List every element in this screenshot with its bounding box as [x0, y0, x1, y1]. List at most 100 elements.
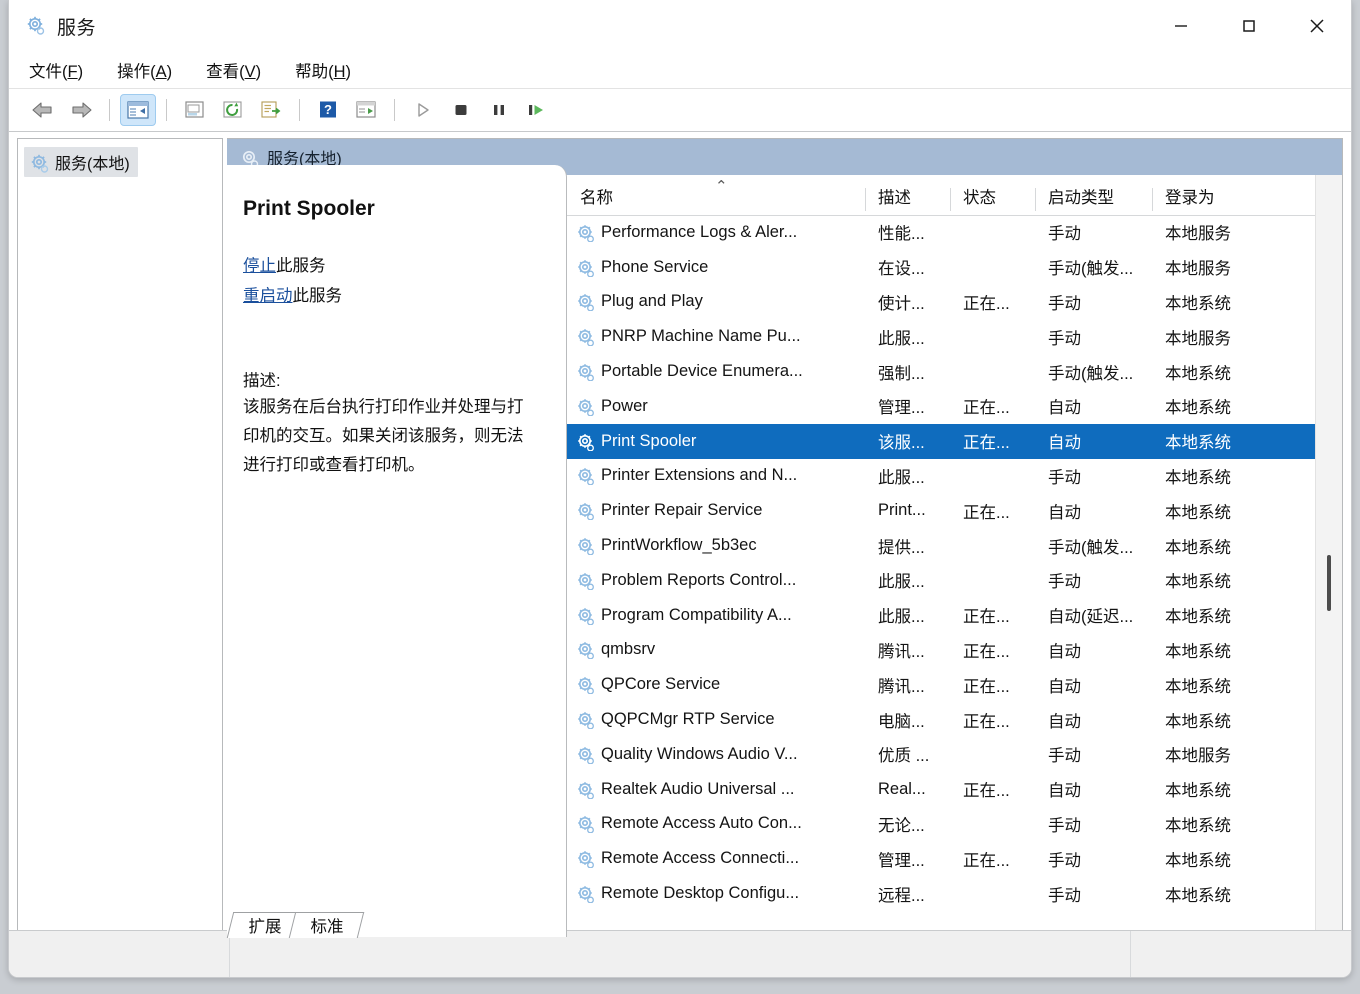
table-row[interactable]: Printer Repair ServicePrint...正在...自动本地系… — [567, 493, 1342, 528]
content-split: Print Spooler 停止此服务 重启动此服务 描述: 该服务在后台执行打… — [227, 175, 1342, 937]
table-row[interactable]: PrintWorkflow_5b3ec提供...手动(触发...本地系统 — [567, 528, 1342, 563]
cell-status: 正在... — [950, 777, 1035, 801]
maximize-button[interactable] — [1215, 0, 1283, 52]
cell-startup-type: 手动 — [1035, 847, 1152, 871]
cell-logon-as: 本地系统 — [1152, 534, 1272, 558]
caption-button-group — [1147, 0, 1351, 52]
table-row[interactable]: Remote Access Connecti...管理...正在...手动本地系… — [567, 841, 1342, 876]
cell-service-name: Printer Repair Service — [567, 501, 865, 520]
service-name-text: Problem Reports Control... — [601, 571, 796, 590]
service-gear-icon — [575, 432, 594, 451]
window-title: 服务 — [57, 13, 96, 40]
start-service-button[interactable] — [405, 94, 441, 126]
service-name-text: Performance Logs & Aler... — [601, 223, 797, 242]
refresh-button[interactable] — [215, 94, 251, 126]
menu-item-file[interactable]: 文件(F) — [29, 58, 83, 82]
table-row[interactable]: Print Spooler该服...正在...自动本地系统 — [567, 424, 1342, 459]
tab-standard[interactable]: 标准 — [289, 912, 364, 938]
cell-logon-as: 本地系统 — [1152, 638, 1272, 662]
cell-logon-as: 本地服务 — [1152, 255, 1272, 279]
restart-service-link[interactable]: 重启动 — [243, 287, 293, 305]
column-header-startup-type[interactable]: 启动类型 — [1035, 184, 1152, 215]
list-vertical-scrollbar[interactable] — [1315, 175, 1342, 937]
menu-item-file-tail: ) — [78, 63, 84, 81]
export-list-button[interactable] — [253, 94, 289, 126]
cell-startup-type: 手动 — [1035, 325, 1152, 349]
cell-logon-as: 本地服务 — [1152, 325, 1272, 349]
cell-description: 此服... — [865, 603, 950, 627]
scrollbar-thumb[interactable] — [1327, 555, 1331, 611]
tree-item-services-local[interactable]: 服务(本地) — [24, 147, 138, 177]
table-row[interactable]: Power管理...正在...自动本地系统 — [567, 389, 1342, 424]
tab-extended-label: 扩展 — [249, 917, 282, 937]
cell-description: 该服... — [865, 429, 950, 453]
menu-item-help[interactable]: 帮助(H) — [295, 58, 351, 82]
menu-item-action[interactable]: 操作(A) — [117, 58, 172, 82]
services-window: 服务 文件(F) 操作(A) 查看(V) 帮助(H) — [8, 0, 1352, 978]
forward-button[interactable] — [63, 94, 99, 126]
stop-service-button[interactable] — [443, 94, 479, 126]
menu-item-action-tail: ) — [167, 63, 173, 81]
cell-service-name: Plug and Play — [567, 292, 865, 311]
cell-description: 性能... — [865, 220, 950, 244]
table-row[interactable]: Realtek Audio Universal ...Real...正在...自… — [567, 772, 1342, 807]
table-row[interactable]: Phone Service在设...手动(触发...本地服务 — [567, 250, 1342, 285]
svg-text:?: ? — [324, 102, 332, 117]
minimize-button[interactable] — [1147, 0, 1215, 52]
menu-item-view-label: 查看( — [206, 63, 245, 81]
menu-item-view[interactable]: 查看(V) — [206, 58, 261, 82]
pause-service-button[interactable] — [481, 94, 517, 126]
column-header-status[interactable]: 状态 — [950, 184, 1035, 215]
cell-service-name: Remote Access Auto Con... — [567, 814, 865, 833]
restart-service-button[interactable] — [519, 94, 555, 126]
cell-description: 腾讯... — [865, 638, 950, 662]
table-row[interactable]: Remote Access Auto Con...无论...手动本地系统 — [567, 807, 1342, 842]
help-button[interactable]: ? — [310, 94, 346, 126]
cell-status: 正在... — [950, 708, 1035, 732]
table-row[interactable]: QQPCMgr RTP Service电脑...正在...自动本地系统 — [567, 702, 1342, 737]
cell-logon-as: 本地系统 — [1152, 673, 1272, 697]
show-hide-tree-button[interactable] — [120, 94, 156, 126]
cell-status: 正在... — [950, 499, 1035, 523]
service-name-text: Remote Desktop Configu... — [601, 884, 799, 903]
cell-service-name: Quality Windows Audio V... — [567, 745, 865, 764]
cell-description: 管理... — [865, 847, 950, 871]
cell-status: 正在... — [950, 394, 1035, 418]
service-name-heading: Print Spooler — [243, 197, 548, 221]
cell-description: 无论... — [865, 812, 950, 836]
back-button[interactable] — [25, 94, 61, 126]
service-gear-icon — [575, 849, 594, 868]
table-row[interactable]: Problem Reports Control...此服...手动本地系统 — [567, 563, 1342, 598]
table-row[interactable]: Quality Windows Audio V...优质 ...手动本地服务 — [567, 737, 1342, 772]
table-row[interactable]: Printer Extensions and N...此服...手动本地系统 — [567, 459, 1342, 494]
cell-startup-type: 自动 — [1035, 429, 1152, 453]
table-row[interactable]: PNRP Machine Name Pu...此服...手动本地服务 — [567, 319, 1342, 354]
cell-startup-type: 自动 — [1035, 777, 1152, 801]
cell-description: 使计... — [865, 290, 950, 314]
column-header-description[interactable]: 描述 — [865, 184, 950, 215]
stop-service-link[interactable]: 停止 — [243, 257, 276, 275]
table-row[interactable]: Program Compatibility A...此服...正在...自动(延… — [567, 598, 1342, 633]
cell-description: 电脑... — [865, 708, 950, 732]
close-button[interactable] — [1283, 0, 1351, 52]
services-gear-icon — [239, 148, 258, 167]
table-row[interactable]: QPCore Service腾讯...正在...自动本地系统 — [567, 667, 1342, 702]
properties-button[interactable] — [177, 94, 213, 126]
service-description-block: 描述: 该服务在后台执行打印作业并处理与打印机的交互。如果关闭该服务，则无法进行… — [243, 367, 548, 480]
column-header-logon-as[interactable]: 登录为 — [1152, 184, 1272, 215]
cell-service-name: Printer Extensions and N... — [567, 466, 865, 485]
cell-startup-type: 手动 — [1035, 220, 1152, 244]
service-gear-icon — [575, 258, 594, 277]
table-row[interactable]: Plug and Play使计...正在...手动本地系统 — [567, 285, 1342, 320]
cell-service-name: Portable Device Enumera... — [567, 362, 865, 381]
service-details-pane: Print Spooler 停止此服务 重启动此服务 描述: 该服务在后台执行打… — [227, 165, 567, 937]
cell-service-name: Remote Access Connecti... — [567, 849, 865, 868]
content-pane: 服务(本地) Print Spooler 停止此服务 重启动此服务 描述: 该服… — [227, 138, 1343, 938]
cell-startup-type: 自动 — [1035, 673, 1152, 697]
show-action-pane-button[interactable] — [348, 94, 384, 126]
table-row[interactable]: Portable Device Enumera...强制...手动(触发...本… — [567, 354, 1342, 389]
service-name-text: Plug and Play — [601, 292, 703, 311]
table-row[interactable]: qmbsrv腾讯...正在...自动本地系统 — [567, 633, 1342, 668]
cell-description: 在设... — [865, 255, 950, 279]
table-row[interactable]: Performance Logs & Aler...性能...手动本地服务 — [567, 215, 1342, 250]
